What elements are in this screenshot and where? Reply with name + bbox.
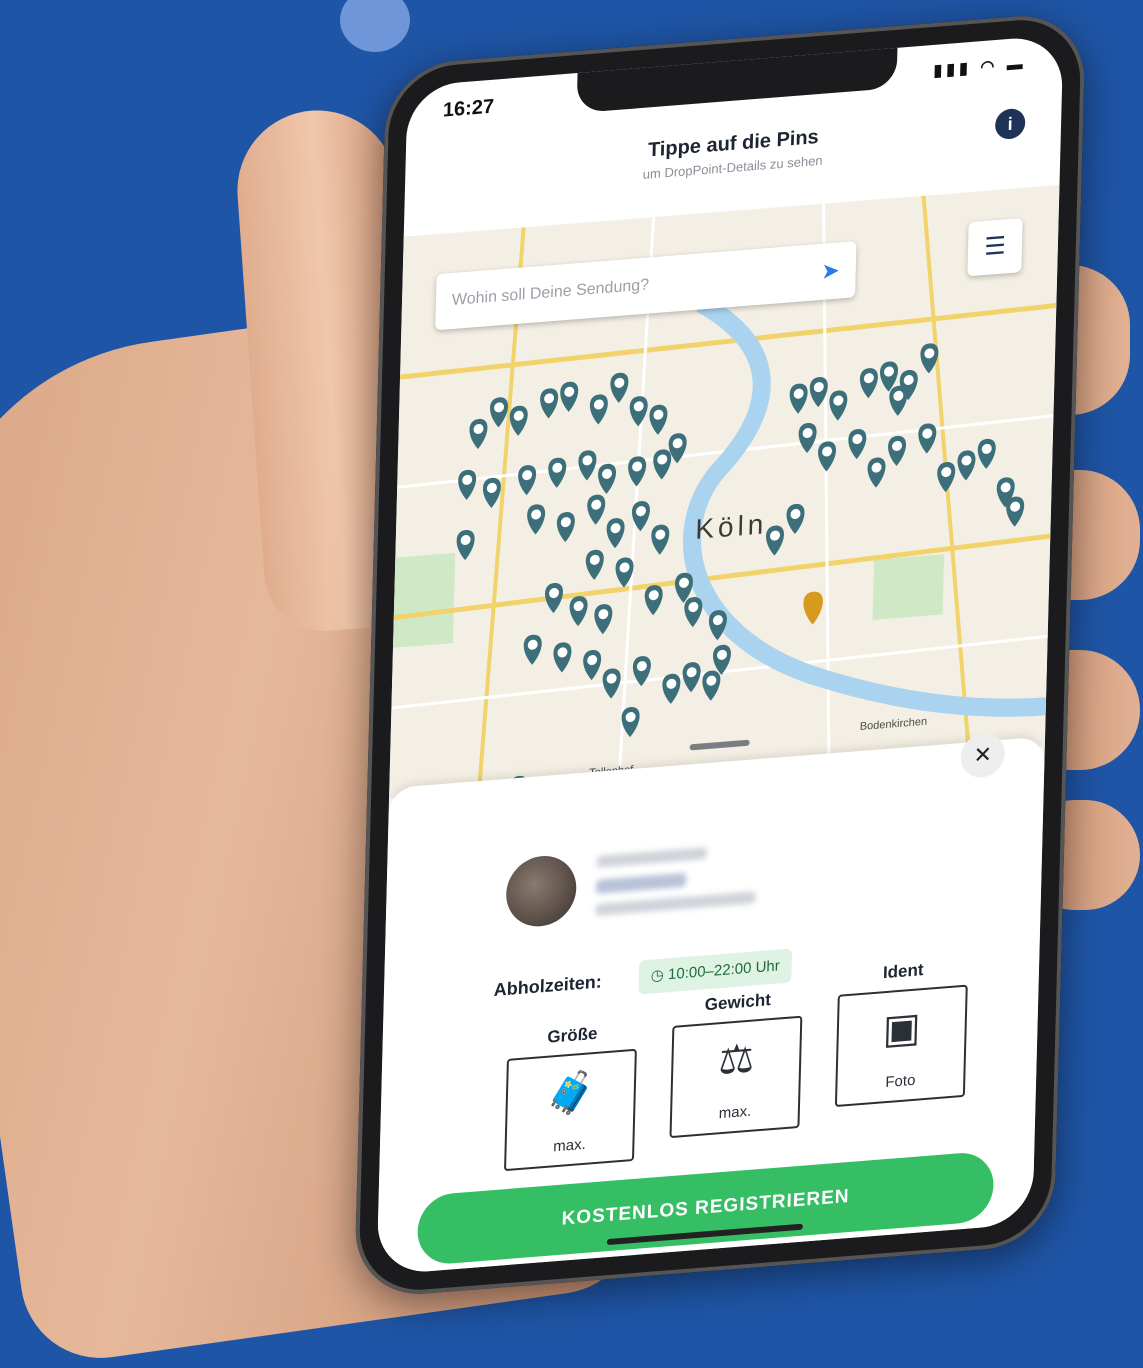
pickup-hours: 10:00–22:00 Uhr <box>667 957 780 984</box>
blurred-name <box>596 847 708 868</box>
spec-box: ⚖ max. <box>669 1015 803 1139</box>
suitcase-icon: 🧳 <box>545 1069 597 1118</box>
spec-box: 🧳 max. <box>504 1048 637 1172</box>
map-city-label: Köln <box>694 508 768 545</box>
spec-value: Foto <box>885 1071 916 1092</box>
map-park <box>872 554 945 620</box>
spec-label: Gewicht <box>704 990 772 1015</box>
map[interactable]: Wohin soll Deine Sendung? ➤ ☰ Köln Boden… <box>389 185 1060 799</box>
status-icons: ▮▮▮ ◠ ▬ <box>933 55 1027 80</box>
phone-screen: 16:27 ▮▮▮ ◠ ▬ Tippe auf die Pins um Drop… <box>376 34 1064 1276</box>
search-input[interactable]: Wohin soll Deine Sendung? <box>452 263 822 310</box>
location-arrow-icon[interactable]: ➤ <box>821 257 840 285</box>
blurred-address <box>595 891 756 916</box>
droppoint-sheet: ✕ Abholzeiten: ◷ 10:00–22:00 Uhr Größe 🧳… <box>376 731 1046 1276</box>
sliders-icon: ☰ <box>983 232 1007 262</box>
highlighted-pin[interactable] <box>803 591 823 626</box>
pickup-times-label: Abholzeiten: <box>493 971 603 1000</box>
spec-label: Größe <box>547 1023 598 1047</box>
status-time: 16:27 <box>442 95 495 122</box>
spec-weight: Gewicht ⚖ max. <box>669 988 803 1139</box>
phone: 16:27 ▮▮▮ ◠ ▬ Tippe auf die Pins um Drop… <box>354 10 1086 1300</box>
id-photo-icon: ▣ <box>882 1005 922 1053</box>
avatar <box>505 853 578 930</box>
spec-size: Größe 🧳 max. <box>504 1021 638 1172</box>
spec-label: Ident <box>882 960 924 983</box>
close-icon: ✕ <box>973 741 993 769</box>
spec-box: ▣ Foto <box>834 984 968 1108</box>
map-park <box>392 552 456 648</box>
spec-value: max. <box>718 1102 752 1123</box>
blurred-name <box>596 872 687 894</box>
decorative-dot <box>340 0 410 52</box>
spec-ident: Ident ▣ Foto <box>834 956 969 1108</box>
spec-value: max. <box>553 1135 586 1156</box>
droppoint-pin[interactable] <box>606 517 625 549</box>
pickup-hours-badge: ◷ 10:00–22:00 Uhr <box>638 948 793 995</box>
filter-button[interactable]: ☰ <box>967 217 1023 277</box>
weight-icon: ⚖ <box>717 1036 755 1084</box>
clock-icon: ◷ <box>650 966 669 985</box>
